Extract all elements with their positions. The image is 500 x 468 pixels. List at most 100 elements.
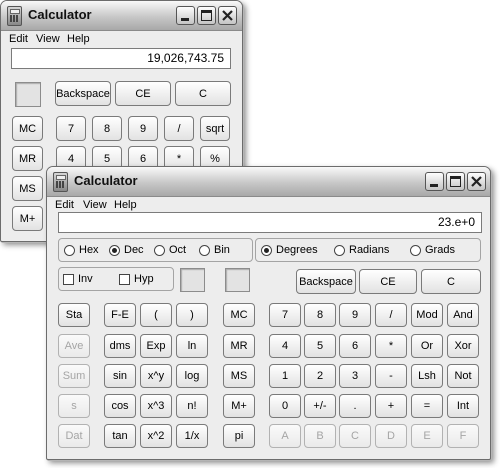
- cos-button[interactable]: cos: [104, 394, 136, 418]
- pi-button[interactable]: pi: [223, 424, 255, 448]
- minimize-button[interactable]: [425, 172, 444, 191]
- menu-help[interactable]: Help: [67, 33, 90, 45]
- close-button[interactable]: [467, 172, 486, 191]
- menu-help[interactable]: Help: [114, 199, 137, 211]
- log-button[interactable]: log: [176, 364, 208, 388]
- key-divide[interactable]: /: [375, 303, 407, 327]
- key-xor[interactable]: Xor: [447, 334, 479, 358]
- key-not[interactable]: Not: [447, 364, 479, 388]
- key-decimal[interactable]: .: [339, 394, 371, 418]
- checkbox: [119, 273, 130, 285]
- menu-view[interactable]: View: [36, 33, 60, 45]
- menu-edit[interactable]: Edit: [55, 199, 74, 211]
- key-6[interactable]: 6: [339, 334, 371, 358]
- key-0[interactable]: 0: [269, 394, 301, 418]
- maximize-button[interactable]: [446, 172, 465, 191]
- tan-button[interactable]: tan: [104, 424, 136, 448]
- key-hex-c[interactable]: C: [339, 424, 371, 448]
- mc-button[interactable]: MC: [223, 303, 255, 327]
- close-paren-button[interactable]: ): [176, 303, 208, 327]
- key-sqrt[interactable]: sqrt: [200, 116, 230, 141]
- ce-button[interactable]: CE: [115, 81, 171, 106]
- key-hex-d[interactable]: D: [375, 424, 407, 448]
- reciprocal-button[interactable]: 1/x: [176, 424, 208, 448]
- x-squared-button[interactable]: x^2: [140, 424, 172, 448]
- key-lsh[interactable]: Lsh: [411, 364, 443, 388]
- minimize-button[interactable]: [176, 6, 195, 25]
- dms-button[interactable]: dms: [104, 334, 136, 358]
- exp-button[interactable]: Exp: [140, 334, 172, 358]
- radio-dec[interactable]: Dec: [109, 244, 144, 256]
- key-5[interactable]: 5: [304, 334, 336, 358]
- radio-radians[interactable]: Radians: [334, 244, 389, 256]
- key-hex-e[interactable]: E: [411, 424, 443, 448]
- ms-button[interactable]: MS: [223, 364, 255, 388]
- key-9[interactable]: 9: [339, 303, 371, 327]
- sta-button[interactable]: Sta: [58, 303, 90, 327]
- mc-button[interactable]: MC: [12, 116, 43, 141]
- maximize-button[interactable]: [197, 6, 216, 25]
- title-bar[interactable]: Calculator: [47, 167, 490, 197]
- key-9[interactable]: 9: [128, 116, 158, 141]
- radio-degrees[interactable]: Degrees: [261, 244, 318, 256]
- key-int[interactable]: Int: [447, 394, 479, 418]
- menu-view[interactable]: View: [83, 199, 107, 211]
- window-title: Calculator: [74, 173, 138, 188]
- ln-button[interactable]: ln: [176, 334, 208, 358]
- key-negate[interactable]: +/-: [304, 394, 336, 418]
- factorial-button[interactable]: n!: [176, 394, 208, 418]
- fe-button[interactable]: F-E: [104, 303, 136, 327]
- mr-button[interactable]: MR: [12, 146, 43, 171]
- key-subtract[interactable]: -: [375, 364, 407, 388]
- key-4[interactable]: 4: [269, 334, 301, 358]
- radio-button: [64, 244, 75, 256]
- key-equals[interactable]: =: [411, 394, 443, 418]
- key-divide[interactable]: /: [164, 116, 194, 141]
- radio-bin[interactable]: Bin: [199, 244, 230, 256]
- close-icon: [222, 10, 233, 21]
- title-bar[interactable]: Calculator: [1, 1, 242, 31]
- checkbox-inv[interactable]: Inv: [63, 273, 93, 285]
- checkbox-hyp[interactable]: Hyp: [119, 273, 154, 285]
- key-8[interactable]: 8: [304, 303, 336, 327]
- ce-button[interactable]: CE: [359, 269, 417, 294]
- key-hex-f[interactable]: F: [447, 424, 479, 448]
- s-button[interactable]: s: [58, 394, 90, 418]
- key-multiply[interactable]: *: [375, 334, 407, 358]
- radio-grads[interactable]: Grads: [410, 244, 455, 256]
- angle-unit-group: Degrees Radians Grads: [255, 238, 481, 262]
- dat-button[interactable]: Dat: [58, 424, 90, 448]
- key-7[interactable]: 7: [269, 303, 301, 327]
- radio-hex[interactable]: Hex: [64, 244, 99, 256]
- key-and[interactable]: And: [447, 303, 479, 327]
- radio-oct[interactable]: Oct: [154, 244, 186, 256]
- sum-button[interactable]: Sum: [58, 364, 90, 388]
- ave-button[interactable]: Ave: [58, 334, 90, 358]
- key-or[interactable]: Or: [411, 334, 443, 358]
- memory-indicator: [15, 82, 41, 107]
- mr-button[interactable]: MR: [223, 334, 255, 358]
- m-plus-button[interactable]: M+: [12, 206, 43, 231]
- c-button[interactable]: C: [421, 269, 481, 294]
- key-2[interactable]: 2: [304, 364, 336, 388]
- ms-button[interactable]: MS: [12, 176, 43, 201]
- key-mod[interactable]: Mod: [411, 303, 443, 327]
- close-button[interactable]: [218, 6, 237, 25]
- menu-edit[interactable]: Edit: [9, 33, 28, 45]
- sin-button[interactable]: sin: [104, 364, 136, 388]
- open-paren-button[interactable]: (: [140, 303, 172, 327]
- key-7[interactable]: 7: [56, 116, 86, 141]
- x-cubed-button[interactable]: x^3: [140, 394, 172, 418]
- key-1[interactable]: 1: [269, 364, 301, 388]
- key-add[interactable]: +: [375, 394, 407, 418]
- key-8[interactable]: 8: [92, 116, 122, 141]
- key-hex-a[interactable]: A: [269, 424, 301, 448]
- key-hex-b[interactable]: B: [304, 424, 336, 448]
- backspace-button[interactable]: Backspace: [55, 81, 111, 106]
- c-button[interactable]: C: [175, 81, 231, 106]
- m-plus-button[interactable]: M+: [223, 394, 255, 418]
- x-pow-y-button[interactable]: x^y: [140, 364, 172, 388]
- key-3[interactable]: 3: [339, 364, 371, 388]
- memory-indicator: [225, 268, 250, 292]
- backspace-button[interactable]: Backspace: [296, 269, 356, 294]
